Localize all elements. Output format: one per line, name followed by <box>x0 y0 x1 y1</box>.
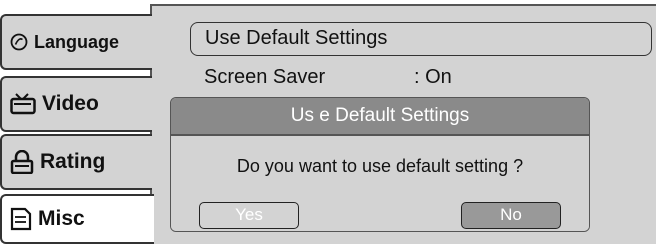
default-settings-dialog: Us e Default Settings Do you want to use… <box>170 97 590 232</box>
tab-rating[interactable]: Rating <box>0 134 152 190</box>
yes-button[interactable]: Yes <box>199 202 299 229</box>
tab-label: Video <box>42 92 99 115</box>
setup-screen: Language Video Rating Misc Use Default S… <box>0 0 658 244</box>
dialog-message: Do you want to use default setting ? <box>236 156 524 176</box>
tv-icon <box>10 93 36 115</box>
menu-item-label: Screen Saver <box>204 66 326 88</box>
lock-icon <box>10 150 34 174</box>
menu-item-use-default-settings[interactable]: Use Default Settings <box>190 22 652 56</box>
dialog-body: Do you want to use default setting ? Yes… <box>171 134 589 231</box>
no-button[interactable]: No <box>461 202 561 229</box>
tab-misc[interactable]: Misc <box>0 194 154 244</box>
disc-icon <box>10 33 28 51</box>
tab-label: Misc <box>38 207 85 230</box>
menu-item-label: Use Default Settings <box>205 27 388 49</box>
menu-item-screen-saver[interactable]: Screen Saver : On <box>204 62 452 92</box>
tab-label: Language <box>34 31 120 52</box>
dialog-title: Us e Default Settings <box>171 98 589 134</box>
tab-video[interactable]: Video <box>0 76 152 132</box>
tab-label: Rating <box>40 150 106 173</box>
menu-item-value: : On <box>414 66 452 88</box>
document-icon <box>10 207 32 231</box>
tab-language[interactable]: Language <box>0 14 152 70</box>
